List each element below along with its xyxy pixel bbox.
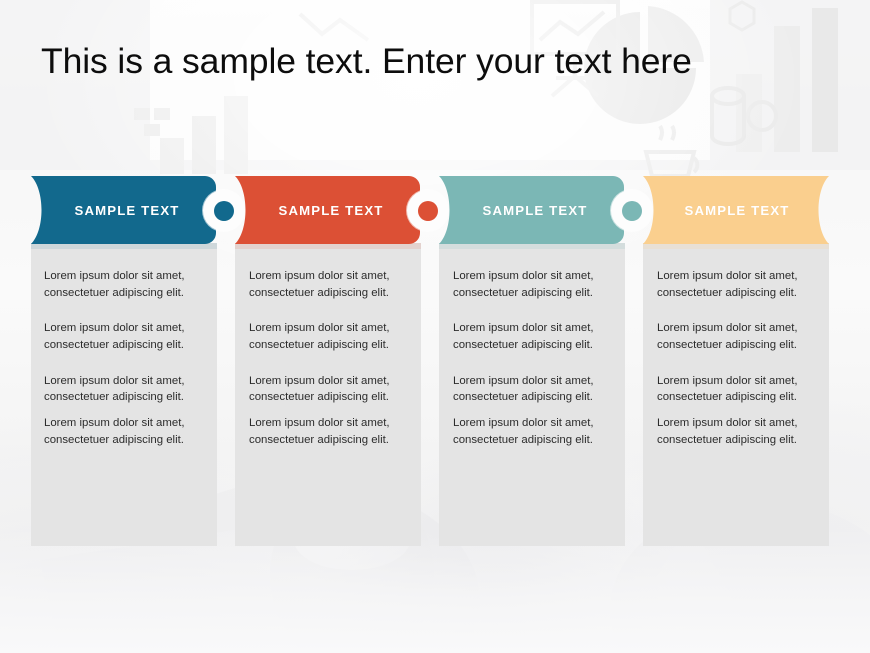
- bar-chart-secondary-icon: [160, 96, 248, 174]
- connector-1-dot: [213, 200, 234, 221]
- list-item: Lorem ipsum dolor sit amet, consectetuer…: [453, 322, 594, 352]
- list-item: Lorem ipsum dolor sit amet, consectetuer…: [453, 374, 594, 404]
- list-item: Lorem ipsum dolor sit amet, consectetuer…: [657, 374, 798, 404]
- column-1-body-panel: Lorem ipsum dolor sit amet, consectetuer…: [31, 243, 217, 546]
- list-item: Lorem ipsum dolor sit amet, consectetuer…: [249, 374, 390, 404]
- list-item: Lorem ipsum dolor sit amet, consectetuer…: [657, 322, 798, 352]
- columns-container: Lorem ipsum dolor sit amet, consectetuer…: [0, 176, 870, 546]
- list-item: Lorem ipsum dolor sit amet, consectetuer…: [657, 270, 798, 299]
- page-title: This is a sample text. Enter your text h…: [41, 41, 692, 81]
- line-graph-icon: [298, 12, 370, 42]
- slide-canvas: This is a sample text. Enter your text h…: [0, 0, 870, 653]
- list-item: Lorem ipsum dolor sit amet, consectetuer…: [44, 322, 185, 352]
- column-2[interactable]: Lorem ipsum dolor sit amet, consectetuer…: [235, 176, 448, 546]
- squares-cluster-icon: [134, 108, 170, 136]
- column-3-heading: SAMPLE TEXT: [482, 202, 588, 218]
- list-item: Lorem ipsum dolor sit amet, consectetuer…: [453, 417, 594, 447]
- coffee-cup-icon: [643, 124, 700, 178]
- list-item: Lorem ipsum dolor sit amet, consectetuer…: [657, 417, 798, 447]
- column-2-heading: SAMPLE TEXT: [278, 202, 384, 218]
- column-1[interactable]: Lorem ipsum dolor sit amet, consectetuer…: [31, 176, 244, 546]
- list-item: Lorem ipsum dolor sit amet, consectetuer…: [249, 322, 390, 352]
- column-2-paragraphs: Lorem ipsum dolor sit amet, consectetuer…: [249, 268, 410, 449]
- column-1-paragraphs: Lorem ipsum dolor sit amet, consectetuer…: [44, 268, 206, 449]
- list-item: Lorem ipsum dolor sit amet, consectetuer…: [44, 270, 185, 299]
- column-3-paragraphs: Lorem ipsum dolor sit amet, consectetuer…: [453, 268, 614, 449]
- list-item: Lorem ipsum dolor sit amet, consectetuer…: [44, 374, 185, 404]
- column-4-heading: SAMPLE TEXT: [684, 202, 790, 218]
- cylinder-icon: [710, 86, 746, 146]
- connector-3-dot: [621, 200, 642, 221]
- connector-1: [203, 190, 244, 231]
- column-3[interactable]: Lorem ipsum dolor sit amet, consectetuer…: [439, 176, 652, 546]
- list-item: Lorem ipsum dolor sit amet, consectetuer…: [249, 417, 390, 447]
- connector-2: [407, 190, 448, 231]
- list-item: Lorem ipsum dolor sit amet, consectetuer…: [44, 417, 185, 447]
- hexagon-icon: [728, 0, 756, 32]
- column-4[interactable]: Lorem ipsum dolor sit amet, consectetuer…: [643, 176, 849, 546]
- background-bottom-fade: [0, 528, 870, 653]
- column-2-body-panel: Lorem ipsum dolor sit amet, consectetuer…: [235, 243, 421, 546]
- list-item: Lorem ipsum dolor sit amet, consectetuer…: [249, 270, 390, 299]
- column-3-body-panel: Lorem ipsum dolor sit amet, consectetuer…: [439, 243, 625, 546]
- bar-chart-icon: [736, 8, 838, 152]
- circle-outline-icon: [746, 100, 778, 132]
- column-4-body-panel: Lorem ipsum dolor sit amet, consectetuer…: [643, 243, 829, 546]
- list-item: Lorem ipsum dolor sit amet, consectetuer…: [453, 270, 594, 299]
- column-1-heading: SAMPLE TEXT: [74, 202, 180, 218]
- connector-3: [611, 190, 652, 231]
- column-4-paragraphs: Lorem ipsum dolor sit amet, consectetuer…: [657, 268, 818, 449]
- connector-2-dot: [417, 200, 438, 221]
